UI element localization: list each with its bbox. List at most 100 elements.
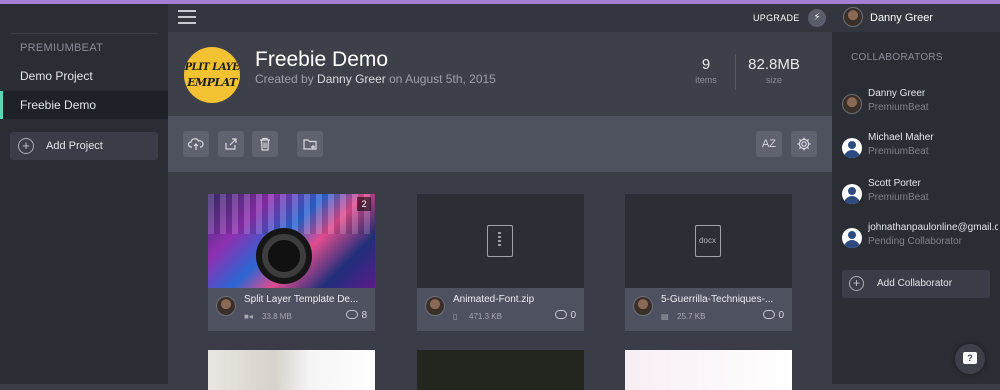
avatar (842, 94, 862, 114)
file-card[interactable]: Animated-Font.zip ▯ 471.3 KB 0 (417, 194, 584, 331)
project-header: PLIT LAYE EMPLAT Freebie Demo Created by… (168, 32, 832, 116)
file-card[interactable] (208, 350, 375, 390)
main-content: UPGRADE ⚡ PLIT LAYE EMPLAT Freebie Demo … (168, 4, 832, 390)
zip-icon: ▯ (453, 312, 458, 321)
size-value: 82.8MB (748, 56, 800, 73)
video-icon: ■◂ (244, 312, 253, 321)
add-collaborator-button[interactable]: + Add Collaborator (842, 270, 990, 298)
add-project-label: Add Project (46, 140, 103, 152)
lightning-icon[interactable]: ⚡ (808, 9, 826, 27)
comment-icon (763, 310, 776, 319)
file-name[interactable]: Split Layer Template De... (244, 294, 370, 305)
file-extension: docx (699, 236, 716, 245)
delete-button[interactable] (252, 131, 278, 157)
file-grid: 2 Split Layer Template De... ■◂ 33.8 MB … (168, 172, 832, 390)
avatar (425, 296, 445, 316)
settings-button[interactable] (791, 131, 817, 157)
user-menu[interactable]: Danny Greer (832, 4, 1000, 32)
default-avatar-icon (842, 138, 862, 158)
items-stat: 9 items (686, 56, 726, 85)
file-card[interactable] (625, 350, 792, 390)
file-meta: 5-Guerrilla-Techniques-... ▤ 25.7 KB 0 (625, 288, 792, 331)
created-prefix: Created by (255, 72, 314, 86)
trash-icon (260, 137, 270, 151)
collaborator-item[interactable]: Scott Porter PremiumBeat (832, 178, 1000, 214)
file-toolbar: AZ (168, 116, 832, 172)
creator-name[interactable]: Danny Greer (317, 72, 386, 86)
items-label: items (695, 75, 717, 85)
file-card[interactable]: 2 Split Layer Template De... ■◂ 33.8 MB … (208, 194, 375, 331)
comment-count[interactable]: 0 (763, 310, 784, 321)
add-project-button[interactable]: + Add Project (10, 132, 158, 160)
folder-add-icon (303, 139, 317, 150)
avatar (216, 296, 236, 316)
top-navbar: UPGRADE ⚡ (168, 4, 832, 32)
comment-count[interactable]: 0 (555, 310, 576, 321)
file-size: 33.8 MB (262, 312, 292, 321)
sidebar-item-freebie-demo[interactable]: Freebie Demo (0, 91, 168, 119)
project-created-info: Created by Danny Greer on August 5th, 20… (255, 72, 496, 86)
size-label: size (765, 75, 782, 85)
page-title: Freebie Demo (255, 48, 389, 71)
collaborator-name: Scott Porter (868, 178, 921, 189)
avatar (843, 7, 863, 27)
docx-file-icon: docx (695, 225, 721, 257)
file-thumbnail[interactable] (417, 194, 584, 288)
gear-icon (797, 137, 811, 151)
collaborator-org: PremiumBeat (868, 102, 929, 113)
file-name[interactable]: Animated-Font.zip (453, 294, 579, 305)
project-sidebar: PREMIUMBEAT Demo Project Freebie Demo + … (0, 4, 168, 384)
items-count: 9 (701, 56, 711, 73)
new-folder-button[interactable] (297, 131, 323, 157)
divider (10, 33, 158, 34)
size-stat: 82.8MB size (734, 56, 814, 85)
share-icon (225, 138, 237, 150)
collaborator-item[interactable]: Danny Greer PremiumBeat (832, 88, 1000, 124)
collaborator-org: Pending Collaborator (868, 236, 962, 247)
upload-cloud-button[interactable] (183, 131, 209, 157)
upgrade-link[interactable]: UPGRADE (753, 13, 800, 23)
collaborators-sidebar: Danny Greer COLLABORATORS Danny Greer Pr… (832, 4, 1000, 384)
logo-text-line-2: EMPLAT (187, 76, 237, 89)
hamburger-menu-icon[interactable] (178, 10, 196, 24)
plus-icon: + (849, 276, 864, 291)
collaborator-item[interactable]: Michael Maher PremiumBeat (832, 132, 1000, 168)
file-card[interactable] (417, 350, 584, 390)
zip-file-icon (487, 225, 513, 257)
file-name[interactable]: 5-Guerrilla-Techniques-... (661, 294, 787, 305)
version-badge: 2 (357, 197, 371, 211)
collaborators-heading: COLLABORATORS (851, 52, 943, 63)
project-logo: PLIT LAYE EMPLAT (184, 47, 240, 103)
file-thumbnail[interactable]: 2 (208, 194, 375, 288)
file-meta: Split Layer Template De... ■◂ 33.8 MB 8 (208, 288, 375, 331)
collaborator-org: PremiumBeat (868, 146, 929, 157)
help-chat-button[interactable]: ? (955, 344, 985, 374)
created-date: on August 5th, 2015 (389, 72, 496, 86)
logo-text-line-1: PLIT LAYE (184, 62, 240, 73)
file-card[interactable]: docx 5-Guerrilla-Techniques-... ▤ 25.7 K… (625, 194, 792, 331)
collaborator-name: Michael Maher (868, 132, 934, 143)
collaborator-item[interactable]: johnathanpaulonline@gmail.co Pending Col… (832, 222, 1000, 258)
help-icon: ? (963, 352, 977, 364)
file-size: 471.3 KB (469, 312, 502, 321)
default-avatar-icon (842, 184, 862, 204)
user-name: Danny Greer (870, 12, 933, 24)
share-button[interactable] (218, 131, 244, 157)
comment-icon (555, 310, 568, 319)
collaborator-org: PremiumBeat (868, 192, 929, 203)
avatar (633, 296, 653, 316)
sort-az-button[interactable]: AZ (756, 131, 782, 157)
default-avatar-icon (842, 228, 862, 248)
workspace-label: PREMIUMBEAT (20, 42, 104, 54)
file-size: 25.7 KB (677, 312, 706, 321)
add-collaborator-label: Add Collaborator (877, 278, 953, 289)
app: PREMIUMBEAT Demo Project Freebie Demo + … (0, 4, 1000, 390)
comment-count[interactable]: 8 (346, 310, 367, 321)
comment-icon (346, 310, 359, 319)
sidebar-item-demo-project[interactable]: Demo Project (0, 62, 168, 90)
collaborator-name: johnathanpaulonline@gmail.co (868, 222, 998, 233)
file-meta: Animated-Font.zip ▯ 471.3 KB 0 (417, 288, 584, 331)
cloud-upload-icon (188, 138, 204, 150)
plus-icon: + (18, 138, 34, 154)
file-thumbnail[interactable]: docx (625, 194, 792, 288)
